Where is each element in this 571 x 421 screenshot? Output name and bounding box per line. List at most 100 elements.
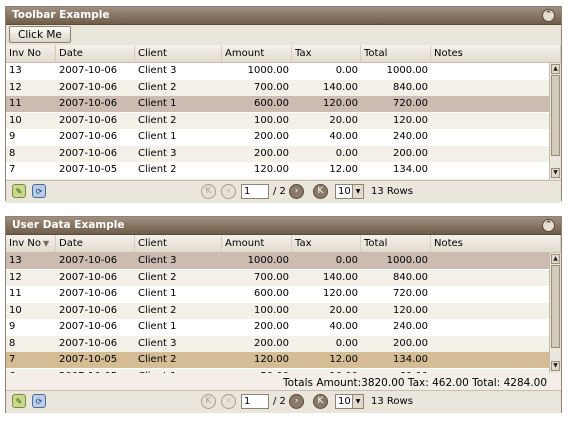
table-row[interactable]: 13 2007-10-06 Client 3 1000.00 0.00 1000.00 [6,253,549,269]
column-header-total[interactable]: Total [361,235,431,252]
cell-total: 134.00 [393,354,428,365]
cell-total: 1000.00 [386,255,428,266]
first-page-icon[interactable]: K [201,184,216,199]
pager-bar: ✎ ⟳ K ‹ / 2 › K 10 ▼ 13 Rows [6,180,561,203]
cell-client: Client 2 [138,354,177,365]
cell-client: Client 1 [138,131,177,142]
column-header-client[interactable]: Client [135,45,222,62]
scroll-up-icon[interactable]: ▲ [551,254,560,264]
table-row[interactable]: 9 2007-10-06 Client 1 200.00 40.00 240.00 [6,129,549,145]
grid-title-bar: User Data Example ⌃ [6,217,561,235]
column-header-amount[interactable]: Amount [222,45,292,62]
cell-tax: 40.00 [329,321,358,332]
cell-inv-no: 12 [9,271,22,283]
column-header-inv-no[interactable]: Inv No [6,45,56,62]
edit-icon[interactable]: ✎ [12,394,26,408]
cell-tax: 0.00 [335,65,358,76]
table-row[interactable]: 13 2007-10-06 Client 3 1000.00 0.00 1000.00 [6,63,549,79]
table-row[interactable]: 11 2007-10-06 Client 1 600.00 120.00 720.00 [6,286,549,302]
cell-notes [431,319,549,335]
column-header-inv-no[interactable]: Inv No ▼ [6,235,56,252]
scroll-down-icon[interactable]: ▼ [551,361,560,371]
cell-client: Client 1 [138,98,177,109]
column-header-row: Inv No Date Client Amount Tax Total Note… [6,45,561,63]
cell-client: Client 2 [138,164,177,175]
cell-tax: 140.00 [323,81,358,93]
table-row[interactable]: 7 2007-10-05 Client 2 120.00 12.00 134.00 [6,162,549,178]
cell-client: Client 1 [135,369,222,374]
cell-inv-no: 9 [9,131,16,142]
cell-inv-no: 12 [9,81,22,93]
column-header-date[interactable]: Date [56,235,135,252]
cell-total: 1000.00 [386,65,428,76]
next-page-icon[interactable]: › [289,394,304,409]
cell-total: 240.00 [393,131,428,142]
table-row[interactable]: 10 2007-10-06 Client 2 100.00 20.00 120.00 [6,112,549,129]
edit-icon[interactable]: ✎ [12,184,26,198]
pager-bar: ✎ ⟳ K ‹ / 2 › K 10 ▼ 13 Rows [6,390,561,413]
cell-amount: 200.00 [254,337,289,349]
chevron-down-icon: ▼ [352,395,363,408]
page-number-input[interactable] [241,184,269,199]
table-row[interactable]: 11 2007-10-06 Client 1 600.00 120.00 720.00 [6,96,549,112]
first-page-icon[interactable]: K [201,394,216,409]
cell-amount: 700.00 [254,271,289,283]
table-row[interactable]: 7 2007-10-05 Client 2 120.00 12.00 134.00 [6,352,549,368]
scroll-up-icon[interactable]: ▲ [551,64,560,74]
column-header-date[interactable]: Date [56,45,135,62]
table-row[interactable]: 12 2007-10-06 Client 2 700.00 140.00 840.00 [6,79,549,96]
cell-date: 2007-10-06 [59,65,118,76]
cell-inv-no: 6 [6,369,56,374]
table-row[interactable]: 12 2007-10-06 Client 2 700.00 140.00 840.00 [6,269,549,286]
page-number-input[interactable] [241,394,269,409]
scroll-down-icon[interactable]: ▼ [551,168,560,178]
cell-total: 720.00 [393,288,428,299]
last-page-icon[interactable]: K [313,394,328,409]
cell-tax: 10.00 [292,369,361,374]
vertical-scrollbar[interactable]: ▲ ▼ [549,63,561,180]
column-header-notes[interactable]: Notes [431,235,561,252]
table-row[interactable]: 9 2007-10-06 Client 1 200.00 40.00 240.00 [6,319,549,335]
cell-client: Client 3 [138,147,177,159]
cell-date: 2007-10-06 [59,131,118,142]
cell-date: 2007-10-06 [59,337,118,349]
column-header-amount[interactable]: Amount [222,235,292,252]
cell-notes [431,303,549,319]
table-row[interactable]: 8 2007-10-06 Client 3 200.00 0.00 200.00 [6,145,549,162]
rows-per-page-select[interactable]: 10 ▼ [335,184,364,199]
column-header-client[interactable]: Client [135,235,222,252]
cell-inv-no: 7 [9,354,16,365]
table-row[interactable]: 10 2007-10-06 Client 2 100.00 20.00 120.00 [6,302,549,319]
scroll-thumb[interactable] [551,265,560,348]
column-header-tax[interactable]: Tax [292,235,361,252]
cell-date: 2007-10-05 [59,354,118,365]
refresh-icon[interactable]: ⟳ [32,184,46,198]
cell-amount: 600.00 [254,288,289,299]
table-row[interactable]: 62007-10-05Client 150.0010.0060.00 [6,368,549,374]
table-row[interactable]: 8 2007-10-06 Client 3 200.00 0.00 200.00 [6,335,549,352]
totals-footer: Totals Amount:3820.00 Tax: 462.00 Total:… [283,377,547,389]
cell-notes [431,80,549,96]
cell-total: 840.00 [393,81,428,93]
cell-total: 120.00 [393,114,428,126]
column-header-total[interactable]: Total [361,45,431,62]
refresh-icon[interactable]: ⟳ [32,394,46,408]
cell-amount: 120.00 [254,164,289,175]
previous-page-icon[interactable]: ‹ [221,394,236,409]
column-header-tax[interactable]: Tax [292,45,361,62]
previous-page-icon[interactable]: ‹ [221,184,236,199]
collapse-icon[interactable]: ⌃ [542,219,555,232]
click-me-button[interactable]: Click Me [9,26,71,43]
collapse-icon[interactable]: ⌃ [542,9,555,22]
rows-per-page-select[interactable]: 10 ▼ [335,394,364,409]
cell-inv-no: 8 [9,337,16,349]
column-header-notes[interactable]: Notes [431,45,561,62]
scroll-thumb[interactable] [551,75,560,156]
cell-total: 200.00 [393,337,428,349]
cell-date: 2007-10-06 [59,114,118,126]
last-page-icon[interactable]: K [313,184,328,199]
next-page-icon[interactable]: › [289,184,304,199]
cell-tax: 0.00 [335,147,358,159]
cell-tax: 20.00 [329,304,358,316]
vertical-scrollbar[interactable]: ▲ ▼ [549,253,561,373]
